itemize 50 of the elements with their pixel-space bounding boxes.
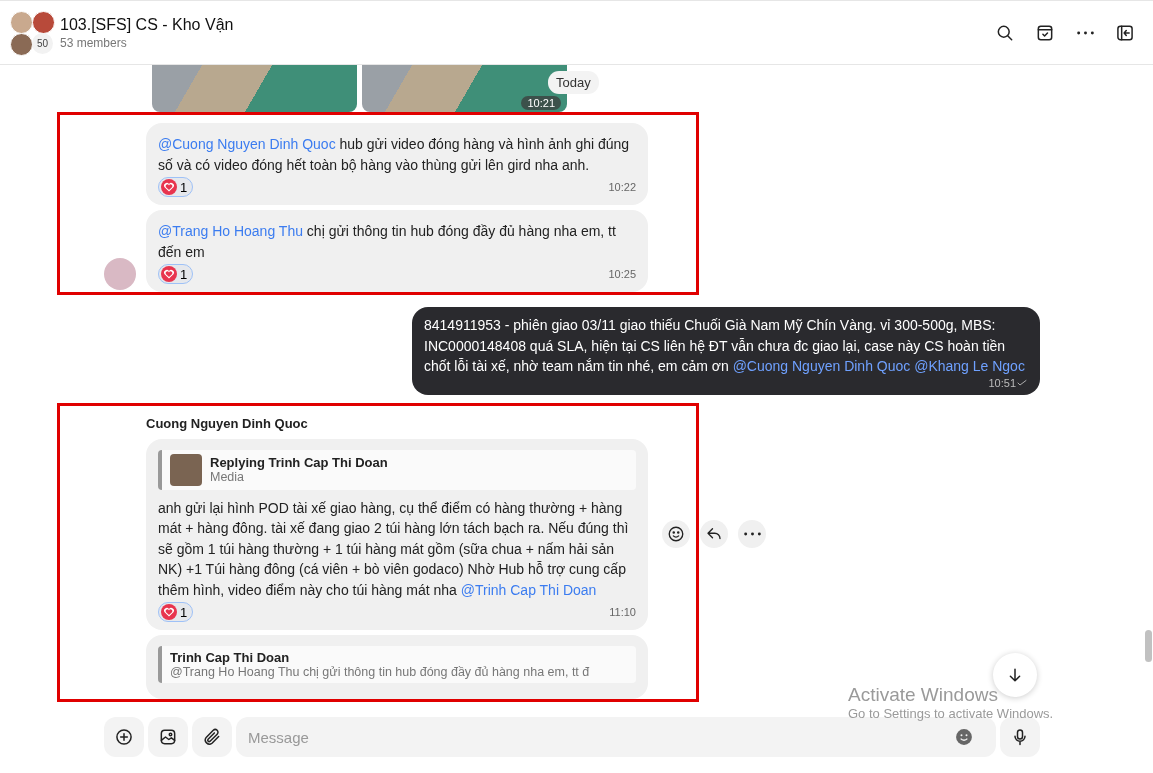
heart-icon (161, 179, 177, 195)
image-button[interactable] (148, 717, 188, 757)
message-text: anh gửi lại hình POD tài xế giao hàng, cụ thể điểm có hàng thường + hàng mát + hàng đông. tài xế đang giao 2 túi hàng lớn tách bạch ra. Nếu đúng thì sẽ gồm 1 túi hàng thường + 1 túi hàng mát gồm (sữa chua + nấm hải sản NK) +1 Túi hàng đông (cá viên + bò viên godaco) Nhờ Hub hỗ trợ cung cấp thêm hình, video điểm này cho túi hàng mát nha @Trinh Cap Thi Doan (158, 498, 630, 600)
attach-button[interactable] (192, 717, 232, 757)
avatar (10, 10, 33, 34)
message-text: @Trang Ho Hoang Thu chị gửi thông tin hub đóng đầy đủ hàng nha em, tt đến em (158, 222, 617, 262)
reply-button[interactable] (700, 520, 728, 549)
heart-icon (161, 604, 177, 620)
mention-link[interactable]: @Trinh Cap Thi Doan (460, 581, 597, 598)
mention-link[interactable]: @Khang Le Ngoc (914, 358, 1025, 374)
image-icon (158, 727, 178, 747)
avatar (32, 10, 55, 34)
mention-link[interactable]: @Cuong Nguyen Dinh Quoc (732, 358, 911, 374)
date-chip: Today (548, 71, 599, 94)
react-button[interactable] (662, 520, 690, 549)
mention-link[interactable]: @Trang Ho Hoang Thu (158, 223, 303, 239)
reply-title: Replying Trinh Cap Thi Doan (210, 455, 388, 470)
message-time: 10:51 (988, 376, 1016, 389)
emoji-icon[interactable] (954, 727, 974, 747)
paperclip-icon (202, 727, 222, 747)
photo-placeholder (170, 453, 202, 486)
more-button[interactable] (738, 520, 766, 549)
activation-title: Activate Windows (848, 684, 999, 706)
message-time: 11:10 (609, 606, 636, 618)
reply-title: Trinh Cap Thi Doan (170, 650, 291, 665)
reaction-chip[interactable]: 1 (158, 177, 194, 197)
member-count-badge: 50 (32, 32, 53, 54)
heart-icon (161, 266, 177, 282)
message-time: 10:22 (608, 181, 636, 193)
sender-name: Cuong Nguyen Dinh Quoc (146, 415, 309, 431)
smiley-icon (667, 525, 685, 544)
avatar (10, 32, 33, 56)
more-icon (1076, 30, 1094, 35)
reaction-chip[interactable]: 1 (158, 264, 194, 284)
reply-quote[interactable]: Replying Trinh Cap Thi Doan Media (158, 449, 636, 490)
reply-preview: Media (210, 470, 246, 484)
more-icon (743, 532, 761, 537)
reply-quote[interactable]: Trinh Cap Thi Doan @Trang Ho Hoang Thu chị gửi thông tin hub đóng đầy đủ hàng nha em, tt đ (158, 646, 636, 683)
add-button[interactable] (104, 717, 144, 757)
chat-title: 103.[SFS] CS - Kho Vận (60, 15, 235, 34)
reaction-chip[interactable]: 1 (158, 602, 194, 622)
microphone-button[interactable] (1000, 717, 1040, 757)
member-count: 53 members (60, 35, 128, 50)
reply-preview: @Trang Ho Hoang Thu chị gửi thông tin hub đóng đầy đủ hàng nha em, tt đ (170, 665, 590, 679)
plus-circle-icon (114, 727, 134, 747)
message-time: 10:21 (521, 96, 561, 110)
message-time: 10:25 (608, 268, 636, 280)
mention-link[interactable]: @Cuong Nguyen Dinh Quoc (158, 136, 336, 152)
message-text: @Cuong Nguyen Dinh Quoc hub gửi video đóng hàng và hình ảnh ghi đúng số và có video đóng hết toàn bộ hàng vào thùng gửi lên gird nha anh. (158, 135, 631, 175)
message-text: 8414911953 - phiên giao 03/11 giao thiếu Chuối Già Nam Mỹ Chín Vàng. vỉ 300-500g, MBS: INC0000148408 quá SLA, hiện tại CS liên hệ ĐT vẫn chưa đc giao lại, case này CS hoàn tiền chốt lỗi tài xế, nhờ team nắm tin nhé, em cảm ơn @Cuong Nguyen Dinh Quoc @Khang Le Ngoc (424, 316, 1026, 376)
